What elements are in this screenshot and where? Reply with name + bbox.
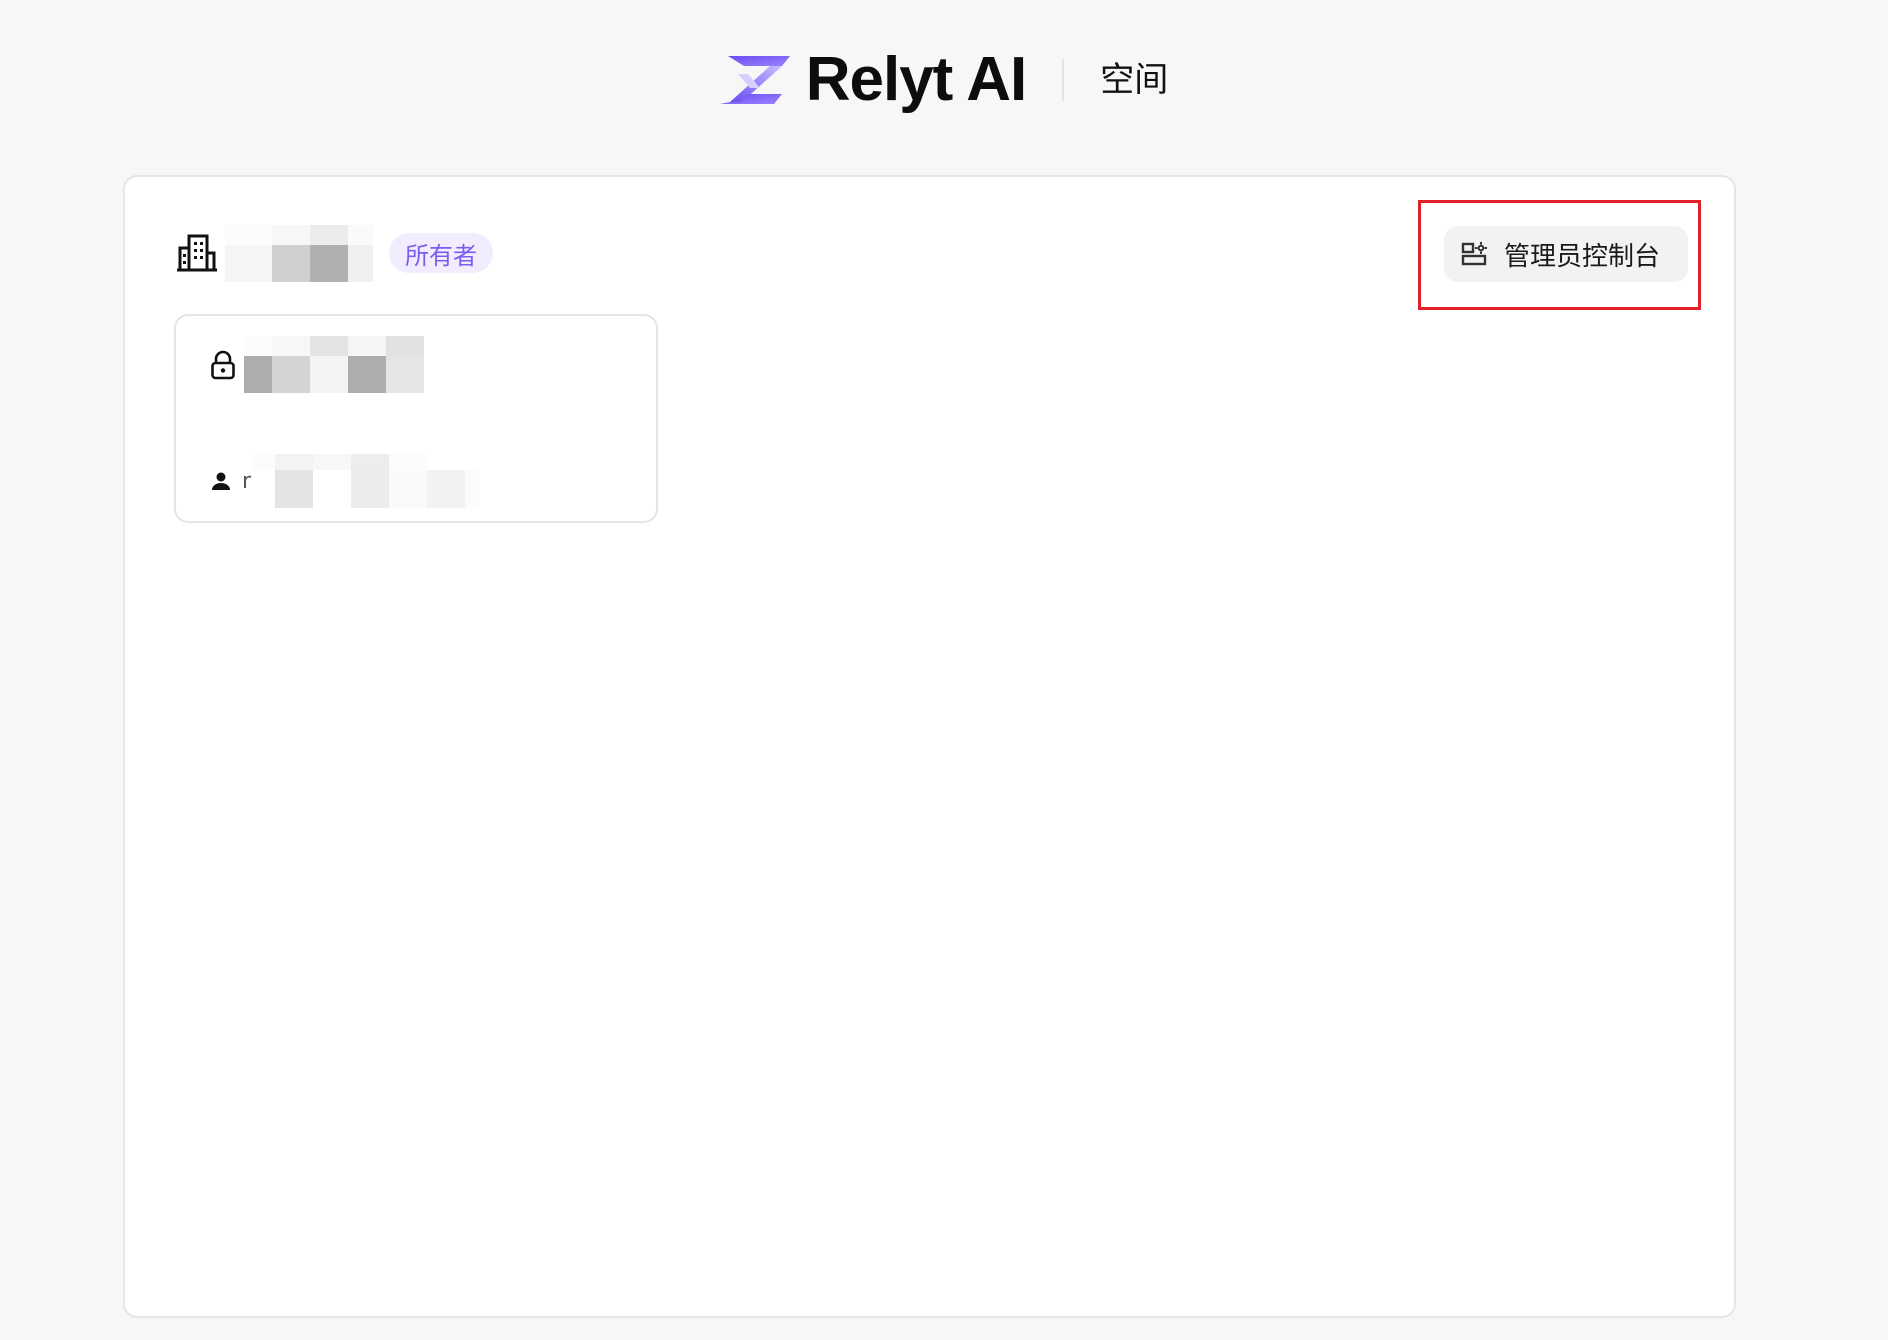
- lock-icon: [211, 350, 235, 379]
- database-owner-initial: r: [242, 468, 252, 494]
- page-header: Relyt AI 空间: [0, 40, 1888, 120]
- workspace-name-redacted[interactable]: [225, 224, 373, 282]
- role-badge: 所有者: [389, 233, 493, 273]
- database-name-redacted: [244, 336, 424, 393]
- admin-console-icon: [1461, 242, 1487, 266]
- database-owner-row: r: [210, 454, 480, 508]
- workspace-panel: 所有者 管理员控制台 r: [123, 175, 1736, 1318]
- building-icon: [177, 234, 217, 272]
- brand-name: Relyt AI: [805, 45, 1028, 114]
- admin-console-button[interactable]: 管理员控制台: [1444, 226, 1688, 282]
- person-icon: [212, 472, 230, 490]
- header-section-title: 空间: [1100, 60, 1169, 100]
- database-owner-redacted: [253, 454, 480, 508]
- database-card[interactable]: r: [174, 314, 658, 523]
- header-divider: [1062, 59, 1065, 101]
- workspace-header: 所有者: [177, 224, 493, 282]
- database-title-row: [210, 336, 424, 393]
- brand-logo[interactable]: Relyt AI 空间: [719, 45, 1169, 114]
- admin-console-label: 管理员控制台: [1504, 241, 1661, 272]
- relyt-logo-icon: [719, 56, 790, 104]
